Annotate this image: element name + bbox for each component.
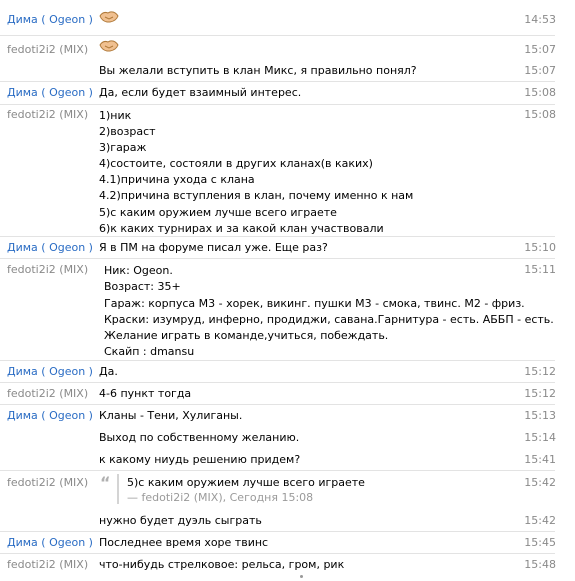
message-time: 15:14 bbox=[524, 431, 556, 444]
message-line: 5)с каким оружием лучше всего играете bbox=[99, 205, 337, 219]
author-name[interactable]: fedoti2i2 (MIX) bbox=[7, 387, 88, 400]
message-time: 15:07 bbox=[524, 64, 556, 77]
message-time: 15:45 bbox=[524, 536, 556, 549]
separator bbox=[0, 404, 555, 405]
message-time: 15:10 bbox=[524, 241, 556, 254]
separator bbox=[0, 470, 555, 471]
message-text: 4-6 пункт тогда bbox=[99, 387, 192, 400]
author-name[interactable]: fedoti2i2 (MIX) bbox=[7, 43, 88, 56]
message-line: 1)ник bbox=[99, 109, 132, 122]
separator bbox=[0, 236, 555, 237]
message-text: Я в ПМ на форуме писал уже. Еще раз? bbox=[99, 241, 328, 254]
message-text: Да. bbox=[99, 365, 118, 378]
message-time: 15:13 bbox=[524, 409, 556, 422]
message-line: Ник: Ogeon. bbox=[104, 264, 173, 277]
message-time: 15:42 bbox=[524, 476, 556, 489]
message-time: 15:11 bbox=[524, 263, 556, 276]
handshake-emoji-icon bbox=[99, 10, 119, 24]
author-name[interactable]: Дима ( Ogeon ) bbox=[7, 409, 93, 422]
message-text: Выход по собственному желанию. bbox=[99, 431, 300, 444]
message-text: нужно будет дуэль сыграть bbox=[99, 514, 262, 527]
separator bbox=[0, 104, 555, 105]
message-time: 15:07 bbox=[524, 43, 556, 56]
quote-source[interactable]: — fedoti2i2 (MIX), Сегодня 15:08 bbox=[127, 491, 313, 504]
quote-bar bbox=[117, 474, 119, 504]
author-name[interactable]: Дима ( Ogeon ) bbox=[7, 536, 93, 549]
message-text: Кланы - Тени, Хулиганы. bbox=[99, 409, 243, 422]
message-text: к какому ниудь решению придем? bbox=[99, 453, 301, 466]
message-time: 15:42 bbox=[524, 514, 556, 527]
message-line: Желание играть в команде,учиться, побежд… bbox=[104, 329, 389, 343]
quote-icon: “ bbox=[100, 473, 111, 492]
author-name[interactable]: Дима ( Ogeon ) bbox=[7, 13, 93, 26]
message-line: 2)возраст bbox=[99, 125, 156, 139]
separator bbox=[0, 81, 555, 82]
message-line: 6)к каких турнирах и за какой клан участ… bbox=[99, 221, 384, 235]
message-time: 15:08 bbox=[524, 86, 556, 99]
author-name[interactable]: fedoti2i2 (MIX) bbox=[7, 558, 88, 571]
message-line: 3)гараж bbox=[99, 141, 147, 155]
message-time: 15:48 bbox=[524, 558, 556, 571]
author-name[interactable]: Дима ( Ogeon ) bbox=[7, 86, 93, 99]
message-text: Последнее время хоре твинс bbox=[99, 536, 269, 549]
separator bbox=[0, 258, 555, 259]
message-line: Краски: изумруд, инферно, продиджи, сава… bbox=[104, 312, 554, 326]
quote-text: 5)с каким оружием лучше всего играете bbox=[127, 476, 365, 489]
separator bbox=[0, 531, 555, 532]
scroll-indicator[interactable] bbox=[300, 575, 303, 578]
author-name[interactable]: Дима ( Ogeon ) bbox=[7, 241, 93, 254]
separator bbox=[0, 35, 555, 36]
author-name[interactable]: Дима ( Ogeon ) bbox=[7, 365, 93, 378]
author-name[interactable]: fedoti2i2 (MIX) bbox=[7, 476, 88, 489]
message-text: 1)ник 2)возраст 3)гараж 4)состоите, сост… bbox=[99, 108, 413, 237]
message-line: Скайп : dmansu bbox=[104, 345, 195, 359]
message-text: Ник: Ogeon. Возраст: 35+ Гараж: корпуса … bbox=[104, 263, 554, 361]
message-text: что-нибудь стрелковое: рельса, гром, рик bbox=[99, 558, 345, 571]
separator bbox=[0, 360, 555, 361]
message-line: 4.1)причина ухода с клана bbox=[99, 173, 255, 187]
handshake-emoji-icon bbox=[99, 39, 119, 53]
message-time: 15:41 bbox=[524, 453, 556, 466]
message-line: 4.2)причина вступления в клан, почему им… bbox=[99, 189, 414, 203]
author-name[interactable]: fedoti2i2 (MIX) bbox=[7, 263, 88, 276]
author-name[interactable]: fedoti2i2 (MIX) bbox=[7, 108, 88, 121]
message-time: 15:12 bbox=[524, 365, 556, 378]
message-text: Вы желали вступить в клан Микс, я правил… bbox=[99, 64, 417, 77]
message-line: Возраст: 35+ bbox=[104, 280, 181, 294]
message-text: Да, если будет взаимный интерес. bbox=[99, 86, 302, 99]
message-line: 4)состоите, состояли в других кланах(в к… bbox=[99, 157, 373, 171]
message-time: 15:12 bbox=[524, 387, 556, 400]
message-line: Гараж: корпуса М3 - хорек, викинг. пушки… bbox=[104, 296, 525, 310]
message-time: 15:08 bbox=[524, 108, 556, 121]
separator bbox=[0, 382, 555, 383]
message-time: 14:53 bbox=[524, 13, 556, 26]
separator bbox=[0, 553, 555, 554]
